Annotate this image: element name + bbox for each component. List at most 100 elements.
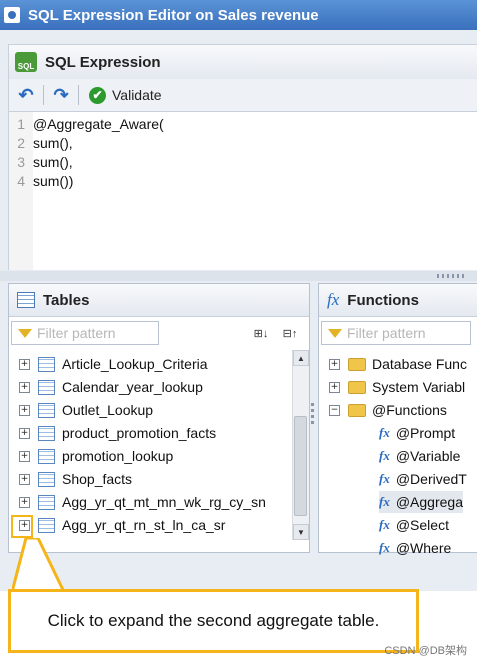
function-item[interactable]: fx @Variable: [379, 445, 460, 467]
function-icon: fx: [379, 494, 390, 509]
expand-icon[interactable]: +: [19, 473, 30, 485]
folder-icon: [348, 380, 366, 394]
function-item[interactable]: fx @Where: [379, 537, 451, 559]
table-icon: [38, 356, 55, 372]
line-number: 1: [17, 116, 25, 132]
expand-highlight: [11, 515, 33, 538]
scroll-up-icon[interactable]: ▲: [293, 350, 309, 366]
function-item-selected[interactable]: fx @Aggrega: [379, 491, 463, 513]
validate-label: Validate: [112, 87, 162, 103]
table-row[interactable]: + Agg_yr_qt_mt_mn_wk_rg_cy_sn: [19, 491, 266, 513]
table-name: Calendar_year_lookup: [62, 379, 203, 395]
validate-button[interactable]: ✔ Validate: [85, 86, 162, 104]
table-icon: [38, 471, 55, 487]
filter-icon: [18, 328, 32, 338]
function-name: @Where: [395, 540, 452, 556]
table-name: Agg_yr_qt_mt_mn_wk_rg_cy_sn: [62, 494, 266, 510]
table-row[interactable]: + product_promotion_facts: [19, 422, 216, 444]
tables-scrollbar[interactable]: ▲ ▼: [292, 350, 309, 540]
function-folder-row[interactable]: − @Functions: [329, 399, 447, 421]
function-name: @Aggrega: [395, 494, 463, 510]
sql-code-editor[interactable]: 1 @Aggregate_Aware( 2 sum(), 3 sum(), 4 sum(…: [8, 112, 477, 270]
folder-icon: [348, 357, 366, 371]
table-icon: [38, 425, 55, 441]
functions-panel: fx Functions Filter pattern + Database Fu…: [318, 283, 477, 556]
table-row[interactable]: + Article_Lookup_Criteria: [19, 353, 208, 375]
tables-title: Tables: [43, 291, 90, 309]
table-row[interactable]: + Agg_yr_qt_rn_st_ln_ca_sr: [19, 514, 225, 536]
functions-filter-input[interactable]: Filter pattern: [321, 321, 471, 345]
scroll-thumb[interactable]: [294, 416, 307, 516]
expand-icon[interactable]: +: [19, 450, 30, 462]
undo-icon[interactable]: ↶: [15, 84, 37, 106]
vertical-splitter[interactable]: [0, 271, 477, 281]
table-row[interactable]: + Calendar_year_lookup: [19, 376, 203, 398]
function-folder-row[interactable]: + System Variabl: [329, 376, 465, 398]
check-icon: ✔: [89, 86, 106, 104]
table-icon: [38, 402, 55, 418]
open-folder-icon: [348, 403, 366, 417]
filter-icon: [328, 328, 342, 338]
table-row[interactable]: + Shop_facts: [19, 468, 132, 490]
toolbar-separator: [43, 85, 44, 105]
collapse-icon[interactable]: −: [329, 404, 340, 416]
code-text: sum(),: [33, 154, 73, 170]
sql-icon: SQL: [15, 52, 37, 72]
window-title: SQL Expression Editor on Sales revenue: [28, 6, 319, 24]
table-row[interactable]: + promotion_lookup: [19, 445, 173, 467]
code-line: 1 @Aggregate_Aware(: [9, 115, 469, 134]
folder-name: System Variabl: [372, 379, 466, 395]
function-icon: fx: [379, 448, 390, 463]
tables-panel: Tables Filter pattern ⊞↓ ⊟↑ + Article_Loo…: [8, 283, 310, 553]
line-number: 2: [17, 135, 25, 151]
function-icon: fx: [379, 471, 390, 486]
function-name: @Variable: [395, 448, 461, 464]
function-item[interactable]: fx @Select: [379, 514, 449, 536]
splitter-grip: [437, 274, 467, 278]
table-name: Shop_facts: [62, 471, 133, 487]
window-title-bar: SQL Expression Editor on Sales revenue: [0, 0, 477, 30]
tables-filter-input[interactable]: Filter pattern: [11, 321, 159, 345]
function-name: @DerivedT: [395, 471, 467, 487]
collapse-all-icon[interactable]: ⊟↑: [281, 325, 299, 341]
function-icon: fx: [379, 517, 390, 532]
expand-icon[interactable]: +: [19, 358, 30, 370]
functions-title: Functions: [347, 291, 419, 309]
tables-header: Tables: [9, 284, 309, 317]
horizontal-sash[interactable]: [309, 283, 317, 551]
table-icon: [38, 494, 55, 510]
expand-icon[interactable]: +: [19, 404, 30, 416]
expand-icon[interactable]: +: [329, 381, 340, 393]
function-item[interactable]: fx @Prompt: [379, 422, 455, 444]
code-line: 4 sum()): [9, 172, 469, 191]
expand-icon[interactable]: +: [19, 381, 30, 393]
sql-expression-header: SQL SQL Expression: [8, 44, 477, 80]
folder-name: @Functions: [372, 402, 447, 418]
code-line: 2 sum(),: [9, 134, 469, 153]
functions-header: fx Functions: [319, 284, 477, 317]
table-row[interactable]: + Outlet_Lookup: [19, 399, 153, 421]
folder-name: Database Func: [372, 356, 467, 372]
callout-pointer: [12, 538, 66, 592]
tables-icon: [17, 292, 35, 308]
table-name: Outlet_Lookup: [62, 402, 154, 418]
callout-text: Click to expand the second aggregate tab…: [47, 611, 380, 630]
expand-all-icon[interactable]: ⊞↓: [252, 325, 270, 341]
function-item[interactable]: fx @DerivedT: [379, 468, 467, 490]
function-folder-row[interactable]: + Database Func: [329, 353, 467, 375]
expand-icon[interactable]: +: [329, 358, 340, 370]
code-line: 3 sum(),: [9, 153, 469, 172]
line-number: 3: [17, 154, 25, 170]
table-icon: [38, 448, 55, 464]
redo-icon[interactable]: ↷: [50, 84, 72, 106]
fx-icon: fx: [327, 290, 340, 309]
table-icon: [38, 379, 55, 395]
table-name: product_promotion_facts: [62, 425, 217, 441]
table-icon: [38, 517, 55, 533]
sql-toolbar: ↶ ↷ ✔ Validate: [8, 79, 477, 112]
function-icon: fx: [379, 425, 390, 440]
code-text: sum(),: [33, 135, 73, 151]
expand-icon[interactable]: +: [19, 427, 30, 439]
scroll-down-icon[interactable]: ▼: [293, 524, 309, 540]
expand-icon[interactable]: +: [19, 496, 30, 508]
